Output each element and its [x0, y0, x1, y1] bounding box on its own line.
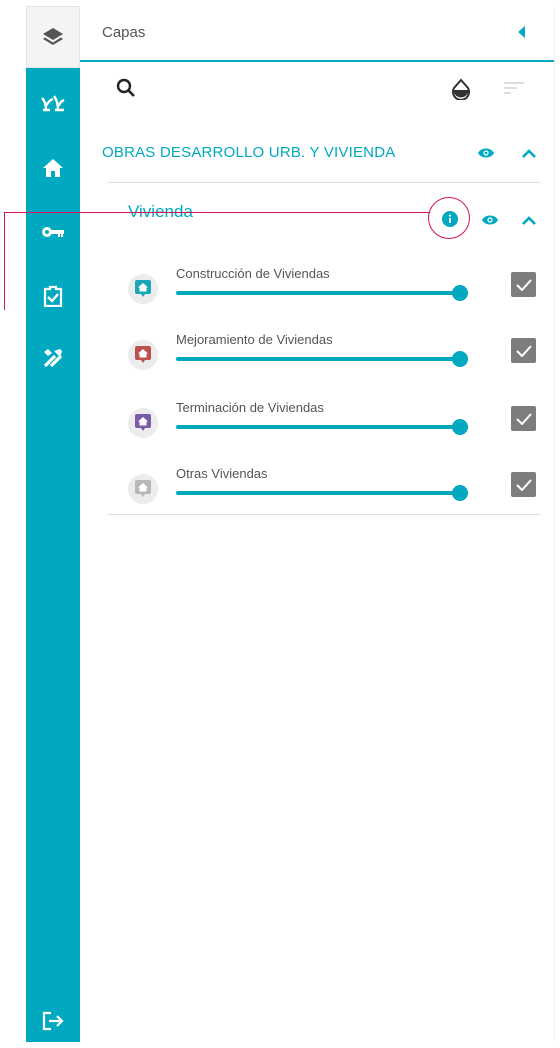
- house-marker-icon: [135, 480, 151, 497]
- sidebar-item-key[interactable]: [26, 212, 80, 252]
- layer-symbol: [128, 408, 158, 438]
- logout-button[interactable]: [26, 1000, 80, 1042]
- opacity-slider-handle[interactable]: [452, 485, 468, 501]
- layer-row: Construcción de Viviendas: [80, 266, 554, 322]
- opacity-slider-handle[interactable]: [452, 351, 468, 367]
- collapse-panel-button[interactable]: [518, 25, 526, 43]
- layer-symbol: [128, 474, 158, 504]
- sort-icon: [504, 82, 524, 94]
- layer-symbol: [128, 274, 158, 304]
- highlight-ring: [428, 197, 470, 239]
- drop-icon: [452, 78, 470, 101]
- sort-button[interactable]: [504, 80, 524, 101]
- tools-icon: [43, 349, 63, 368]
- sidebar-rail: [26, 68, 80, 1042]
- divider: [108, 182, 540, 183]
- eye-icon: [478, 148, 494, 158]
- nature-icon: [41, 95, 65, 112]
- sidebar-item-tools[interactable]: [26, 338, 80, 378]
- house-marker-icon: [135, 280, 151, 297]
- layers-toggle-button[interactable]: [26, 6, 80, 68]
- opacity-slider-handle[interactable]: [452, 285, 468, 301]
- house-marker-icon: [135, 414, 151, 431]
- layer-visibility-checkbox[interactable]: [511, 338, 536, 363]
- opacity-slider[interactable]: [176, 291, 460, 295]
- layer-row: Mejoramiento de Viviendas: [80, 332, 554, 388]
- layer-group: OBRAS DESARROLLO URB. Y VIVIENDA: [80, 122, 554, 182]
- panel-title: Capas: [102, 24, 146, 41]
- callout-line: [4, 212, 430, 213]
- opacity-slider[interactable]: [176, 425, 460, 429]
- chevron-up-icon: [522, 149, 536, 158]
- opacity-slider[interactable]: [176, 357, 460, 361]
- clipboard-check-icon: [43, 285, 63, 307]
- layer-row: Terminación de Viviendas: [80, 400, 554, 456]
- opacity-slider-handle[interactable]: [452, 419, 468, 435]
- layer-label: Mejoramiento de Viviendas: [176, 332, 333, 347]
- checkmark-icon: [515, 344, 532, 357]
- subgroup-visibility-button[interactable]: [482, 213, 498, 231]
- layer-visibility-checkbox[interactable]: [511, 472, 536, 497]
- logout-icon: [42, 1011, 64, 1031]
- group-title[interactable]: OBRAS DESARROLLO URB. Y VIVIENDA: [102, 144, 395, 161]
- layer-visibility-checkbox[interactable]: [511, 272, 536, 297]
- layers-icon: [43, 28, 63, 45]
- search-icon: [116, 78, 135, 97]
- house-marker-icon: [135, 346, 151, 363]
- checkmark-icon: [515, 278, 532, 291]
- chevron-up-icon: [522, 216, 536, 225]
- sidebar-item-nature[interactable]: [26, 82, 80, 122]
- caret-left-icon: [518, 26, 525, 38]
- layers-panel: Capas OBRAS DESARROLLO URB. Y VIVIENDA V…: [80, 6, 555, 1042]
- divider: [108, 514, 540, 515]
- subgroup-collapse-button[interactable]: [522, 213, 536, 231]
- sidebar-item-home[interactable]: [26, 148, 80, 188]
- opacity-button[interactable]: [450, 78, 472, 105]
- layer-label: Otras Viviendas: [176, 466, 268, 481]
- panel-header: Capas: [80, 6, 554, 62]
- layer-label: Construcción de Viviendas: [176, 266, 330, 281]
- callout-line: [4, 212, 5, 310]
- eye-icon: [482, 215, 498, 225]
- checkmark-icon: [515, 412, 532, 425]
- search-button[interactable]: [116, 78, 136, 103]
- layer-symbol: [128, 340, 158, 370]
- key-icon: [42, 227, 64, 237]
- group-collapse-button[interactable]: [522, 146, 536, 164]
- layer-visibility-checkbox[interactable]: [511, 406, 536, 431]
- layer-label: Terminación de Viviendas: [176, 400, 324, 415]
- opacity-slider[interactable]: [176, 491, 460, 495]
- group-visibility-button[interactable]: [478, 146, 494, 164]
- checkmark-icon: [515, 478, 532, 491]
- sidebar-item-clipboard[interactable]: [26, 276, 80, 316]
- home-icon: [43, 159, 63, 177]
